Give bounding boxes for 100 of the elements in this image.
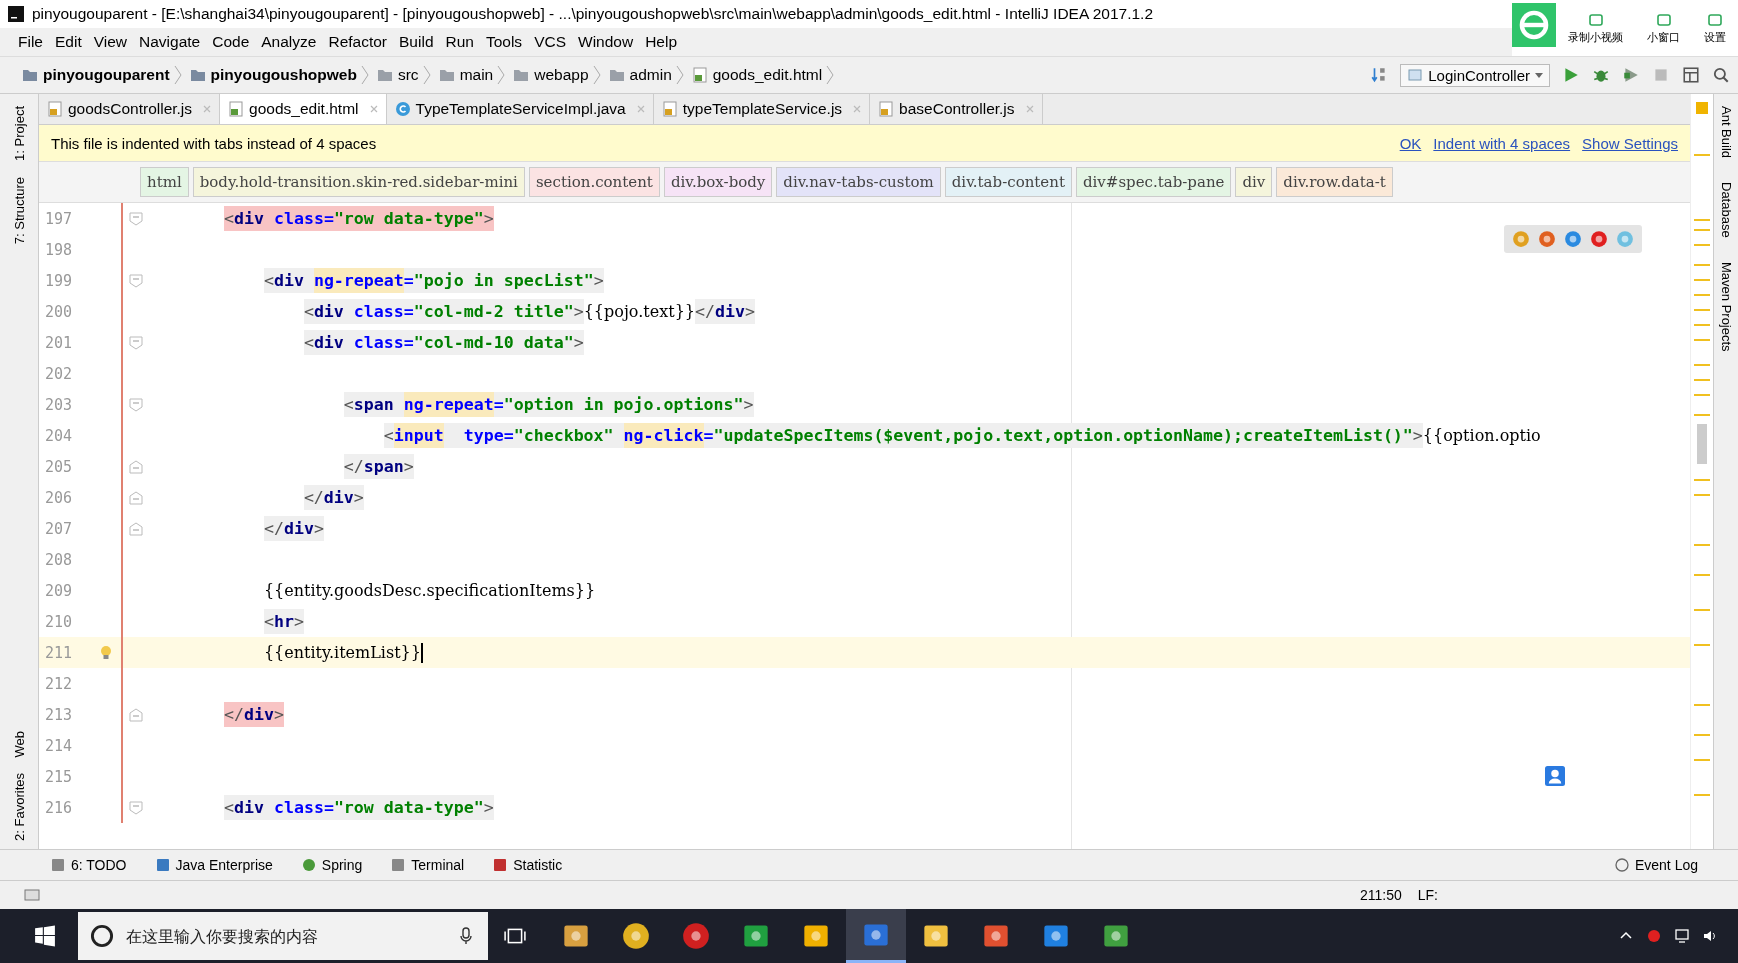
tool-window-button[interactable]: Java Enterprise	[154, 857, 273, 873]
recorder-button[interactable]: 录制小视频	[1556, 0, 1635, 56]
stop-icon[interactable]	[1652, 66, 1670, 84]
start-icon[interactable]	[34, 925, 56, 947]
tag-breadcrumb[interactable]: section.content	[528, 167, 660, 197]
close-icon[interactable]	[369, 105, 378, 113]
stripe-mark[interactable]	[1694, 794, 1710, 796]
fold-icon[interactable]	[129, 273, 143, 288]
project-structure-icon[interactable]	[1682, 66, 1700, 84]
stripe-mark[interactable]	[1694, 309, 1710, 311]
editor-tab[interactable]: goods_edit.html	[220, 94, 387, 124]
close-icon[interactable]	[636, 105, 645, 113]
path-item[interactable]: pinyougoushopweb	[189, 66, 357, 84]
run-icon[interactable]	[1562, 66, 1580, 84]
tag-breadcrumb[interactable]: div.box-body	[663, 167, 773, 197]
close-icon[interactable]	[1025, 105, 1034, 113]
task-view-icon[interactable]	[504, 927, 526, 945]
menu-item[interactable]: Tools	[481, 30, 527, 54]
stripe-mark[interactable]	[1694, 759, 1710, 761]
path-item[interactable]: src	[376, 66, 419, 84]
caret-position[interactable]: 211:50	[1360, 887, 1402, 903]
menu-item[interactable]: Code	[208, 30, 254, 54]
tool-window-tab[interactable]: 7: Structure	[11, 168, 27, 253]
stripe-mark[interactable]	[1694, 229, 1710, 231]
stripe-mark[interactable]	[1694, 414, 1710, 416]
panel-toggle-icon[interactable]	[24, 887, 40, 903]
stripe-mark[interactable]	[1694, 574, 1710, 576]
path-item[interactable]: pinyougouparent	[22, 66, 170, 84]
microphone-icon[interactable]	[460, 927, 472, 945]
volume-icon[interactable]	[1702, 928, 1718, 944]
fold-icon[interactable]	[129, 707, 143, 722]
tag-breadcrumb[interactable]: div.nav-tabs-custom	[776, 167, 941, 197]
tag-breadcrumb[interactable]: div.tab-content	[944, 167, 1072, 197]
menu-item[interactable]: Window	[574, 30, 638, 54]
search-icon[interactable]	[1712, 66, 1730, 84]
tool-window-button[interactable]: Spring	[300, 857, 363, 873]
stripe-mark[interactable]	[1694, 644, 1710, 646]
notice-link[interactable]: Show Settings	[1582, 134, 1678, 152]
menu-item[interactable]: Analyze	[257, 30, 321, 54]
tool-window-button[interactable]: 6: TODO	[50, 857, 127, 873]
tool-window-button[interactable]: Statistic	[492, 857, 563, 873]
stripe-mark[interactable]	[1694, 609, 1710, 611]
stripe-mark[interactable]	[1694, 264, 1710, 266]
stripe-mark[interactable]	[1694, 379, 1710, 381]
tag-breadcrumb[interactable]: body.hold-transition.skin-red.sidebar-mini	[192, 167, 525, 197]
stripe-mark[interactable]	[1694, 244, 1710, 246]
record-icon[interactable]	[1646, 928, 1662, 944]
tool-window-tab[interactable]: Web	[11, 722, 27, 766]
tool-window-tab[interactable]: Ant Build	[1718, 94, 1734, 171]
line-separator[interactable]: LF:	[1417, 887, 1438, 903]
taskbar-app[interactable]	[846, 909, 906, 963]
tool-window-tab[interactable]: Maven Projects	[1718, 249, 1734, 364]
editor-tab[interactable]: goodsController.js	[39, 94, 221, 124]
coverage-icon[interactable]	[1622, 66, 1640, 84]
recorder-button[interactable]: 设置	[1692, 0, 1738, 56]
stripe-mark[interactable]	[1694, 394, 1710, 396]
path-item[interactable]: main	[438, 66, 494, 84]
fold-icon[interactable]	[129, 335, 143, 350]
menu-item[interactable]: Run	[441, 30, 478, 54]
tag-breadcrumb[interactable]: div	[1235, 167, 1273, 197]
fold-icon[interactable]	[129, 397, 143, 412]
lightbulb-icon[interactable]	[100, 644, 112, 661]
editor-tab[interactable]: baseController.js	[870, 94, 1043, 124]
path-item[interactable]: admin	[608, 66, 672, 84]
menu-item[interactable]: Edit	[51, 30, 86, 54]
close-icon[interactable]	[853, 105, 862, 113]
menu-item[interactable]: Navigate	[135, 30, 205, 54]
fold-icon[interactable]	[129, 800, 143, 815]
stripe-mark[interactable]	[1694, 339, 1710, 341]
tag-breadcrumb[interactable]: div.row.data-t	[1276, 167, 1393, 197]
fold-icon[interactable]	[129, 211, 143, 226]
recorder-button[interactable]: 小窗口	[1635, 0, 1692, 56]
menu-item[interactable]: Refactor	[324, 30, 392, 54]
tool-window-tab[interactable]: Database	[1718, 170, 1734, 250]
stripe-mark[interactable]	[1694, 479, 1710, 481]
stripe-mark[interactable]	[1694, 704, 1710, 706]
close-icon[interactable]	[203, 105, 212, 113]
stripe-mark[interactable]	[1694, 219, 1710, 221]
notice-link[interactable]: Indent with 4 spaces	[1433, 134, 1571, 152]
editor-tab[interactable]: TypeTemplateServiceImpl.java	[386, 94, 654, 124]
path-item[interactable]: webapp	[513, 66, 589, 84]
taskbar-search-field[interactable]: 在这里输入你要搜索的内容	[78, 912, 488, 960]
menu-item[interactable]: Help	[641, 30, 682, 54]
network-icon[interactable]	[1674, 928, 1690, 944]
warning-marker[interactable]	[1696, 102, 1708, 114]
path-item[interactable]: goods_edit.html	[691, 66, 823, 84]
stripe-mark[interactable]	[1694, 494, 1710, 496]
fold-icon[interactable]	[129, 490, 143, 505]
fold-icon[interactable]	[129, 459, 143, 474]
tag-breadcrumb[interactable]: html	[140, 167, 189, 197]
menu-item[interactable]: Build	[395, 30, 438, 54]
notice-link[interactable]: OK	[1399, 134, 1422, 152]
stripe-mark[interactable]	[1694, 154, 1710, 156]
stripe-mark[interactable]	[1694, 324, 1710, 326]
editor-tab[interactable]: typeTemplateService.js	[653, 94, 871, 124]
run-configuration-dropdown[interactable]: LoginController	[1400, 63, 1550, 87]
event-log-button[interactable]: Event Log	[1613, 857, 1698, 873]
stripe-mark[interactable]	[1694, 279, 1710, 281]
tool-window-button[interactable]: Terminal	[390, 857, 465, 873]
menu-item[interactable]: View	[89, 30, 132, 54]
